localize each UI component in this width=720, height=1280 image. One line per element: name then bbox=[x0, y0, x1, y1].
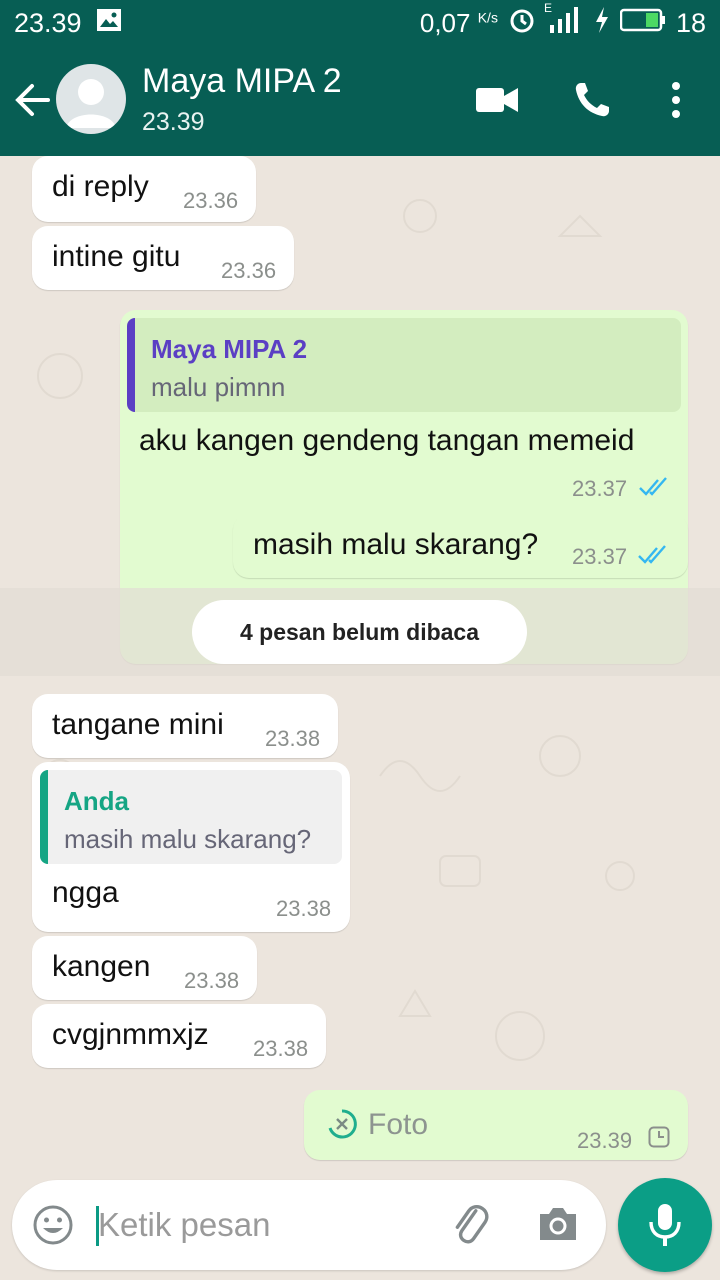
message-time: 23.37 bbox=[572, 544, 628, 569]
quoted-text: masih malu skarang? bbox=[64, 824, 312, 854]
message-text: masih malu skarang? bbox=[253, 528, 539, 561]
message-text: di reply bbox=[52, 170, 149, 203]
voice-message-button[interactable] bbox=[618, 1178, 712, 1272]
more-vert-icon[interactable] bbox=[664, 80, 688, 125]
message-text: aku kangen gendeng tangan memeid bbox=[139, 424, 635, 457]
battery-icon bbox=[619, 8, 666, 39]
message-time: 23.38 bbox=[276, 896, 332, 921]
photo-upload-spinner-icon[interactable] bbox=[326, 1108, 358, 1145]
camera-icon[interactable] bbox=[536, 1204, 580, 1249]
message-text: kangen bbox=[52, 950, 151, 983]
charging-icon bbox=[594, 6, 610, 40]
message-outgoing[interactable]: masih malu skarang? 23.37 bbox=[233, 514, 688, 578]
battery-level: 18 bbox=[675, 7, 706, 38]
message-incoming[interactable]: di reply 23.36 bbox=[32, 156, 256, 222]
last-seen: 23.39 bbox=[142, 108, 205, 136]
message-time: 23.39 bbox=[577, 1128, 633, 1153]
message-incoming[interactable]: Anda masih malu skarang? ngga 23.38 bbox=[32, 762, 350, 932]
chat-area[interactable]: di reply 23.36 intine gitu 23.36 Maya MI… bbox=[0, 156, 720, 1176]
message-text: tangane mini bbox=[52, 708, 224, 741]
avatar[interactable] bbox=[56, 64, 126, 134]
message-time: 23.38 bbox=[265, 726, 321, 751]
message-incoming[interactable]: intine gitu 23.36 bbox=[32, 226, 294, 290]
chat-header: Maya MIPA 2 23.39 bbox=[0, 46, 720, 156]
message-composer bbox=[12, 1180, 606, 1270]
photo-label: Foto bbox=[368, 1108, 429, 1141]
attach-icon[interactable] bbox=[448, 1202, 492, 1251]
message-text: ngga bbox=[52, 876, 119, 909]
read-receipt-icon bbox=[637, 544, 669, 571]
pending-clock-icon bbox=[648, 1126, 670, 1153]
phone-icon[interactable] bbox=[572, 80, 612, 125]
message-time: 23.37 bbox=[572, 476, 628, 501]
quoted-sender: Maya MIPA 2 bbox=[151, 334, 308, 364]
quoted-message[interactable]: Anda masih malu skarang? bbox=[40, 770, 342, 864]
message-input[interactable] bbox=[98, 1200, 428, 1250]
alarm-icon bbox=[508, 6, 536, 41]
message-time: 23.38 bbox=[184, 968, 240, 993]
message-incoming[interactable]: cvgjnmmxjz 23.38 bbox=[32, 1004, 326, 1068]
message-time: 23.38 bbox=[253, 1036, 309, 1061]
message-incoming[interactable]: kangen 23.38 bbox=[32, 936, 257, 1000]
message-time: 23.36 bbox=[183, 188, 239, 213]
emoji-icon[interactable] bbox=[32, 1204, 74, 1251]
read-receipt-icon bbox=[638, 476, 670, 503]
image-icon bbox=[96, 8, 122, 39]
message-outgoing-photo[interactable]: Foto 23.39 bbox=[304, 1090, 688, 1160]
back-arrow-icon[interactable] bbox=[12, 80, 52, 120]
status-bar: 23.39 0,07 K/s E 18 bbox=[0, 0, 720, 46]
message-incoming[interactable]: tangane mini 23.38 bbox=[32, 694, 338, 758]
unread-messages-badge: 4 pesan belum dibaca bbox=[192, 600, 527, 664]
message-time: 23.36 bbox=[221, 258, 277, 283]
quoted-text: malu pimnn bbox=[151, 372, 286, 402]
quoted-message[interactable]: Maya MIPA 2 malu pimnn bbox=[127, 318, 681, 412]
signal-icon: E bbox=[544, 1, 584, 40]
quoted-sender: Anda bbox=[64, 786, 129, 816]
network-speed: 0,07 K/s bbox=[419, 7, 498, 38]
contact-name[interactable]: Maya MIPA 2 bbox=[142, 62, 342, 101]
microphone-icon bbox=[647, 1202, 683, 1253]
message-text: intine gitu bbox=[52, 240, 181, 273]
message-text: cvgjnmmxjz bbox=[52, 1018, 209, 1051]
status-time: 23.39 bbox=[14, 7, 82, 38]
video-call-icon[interactable] bbox=[476, 80, 518, 125]
